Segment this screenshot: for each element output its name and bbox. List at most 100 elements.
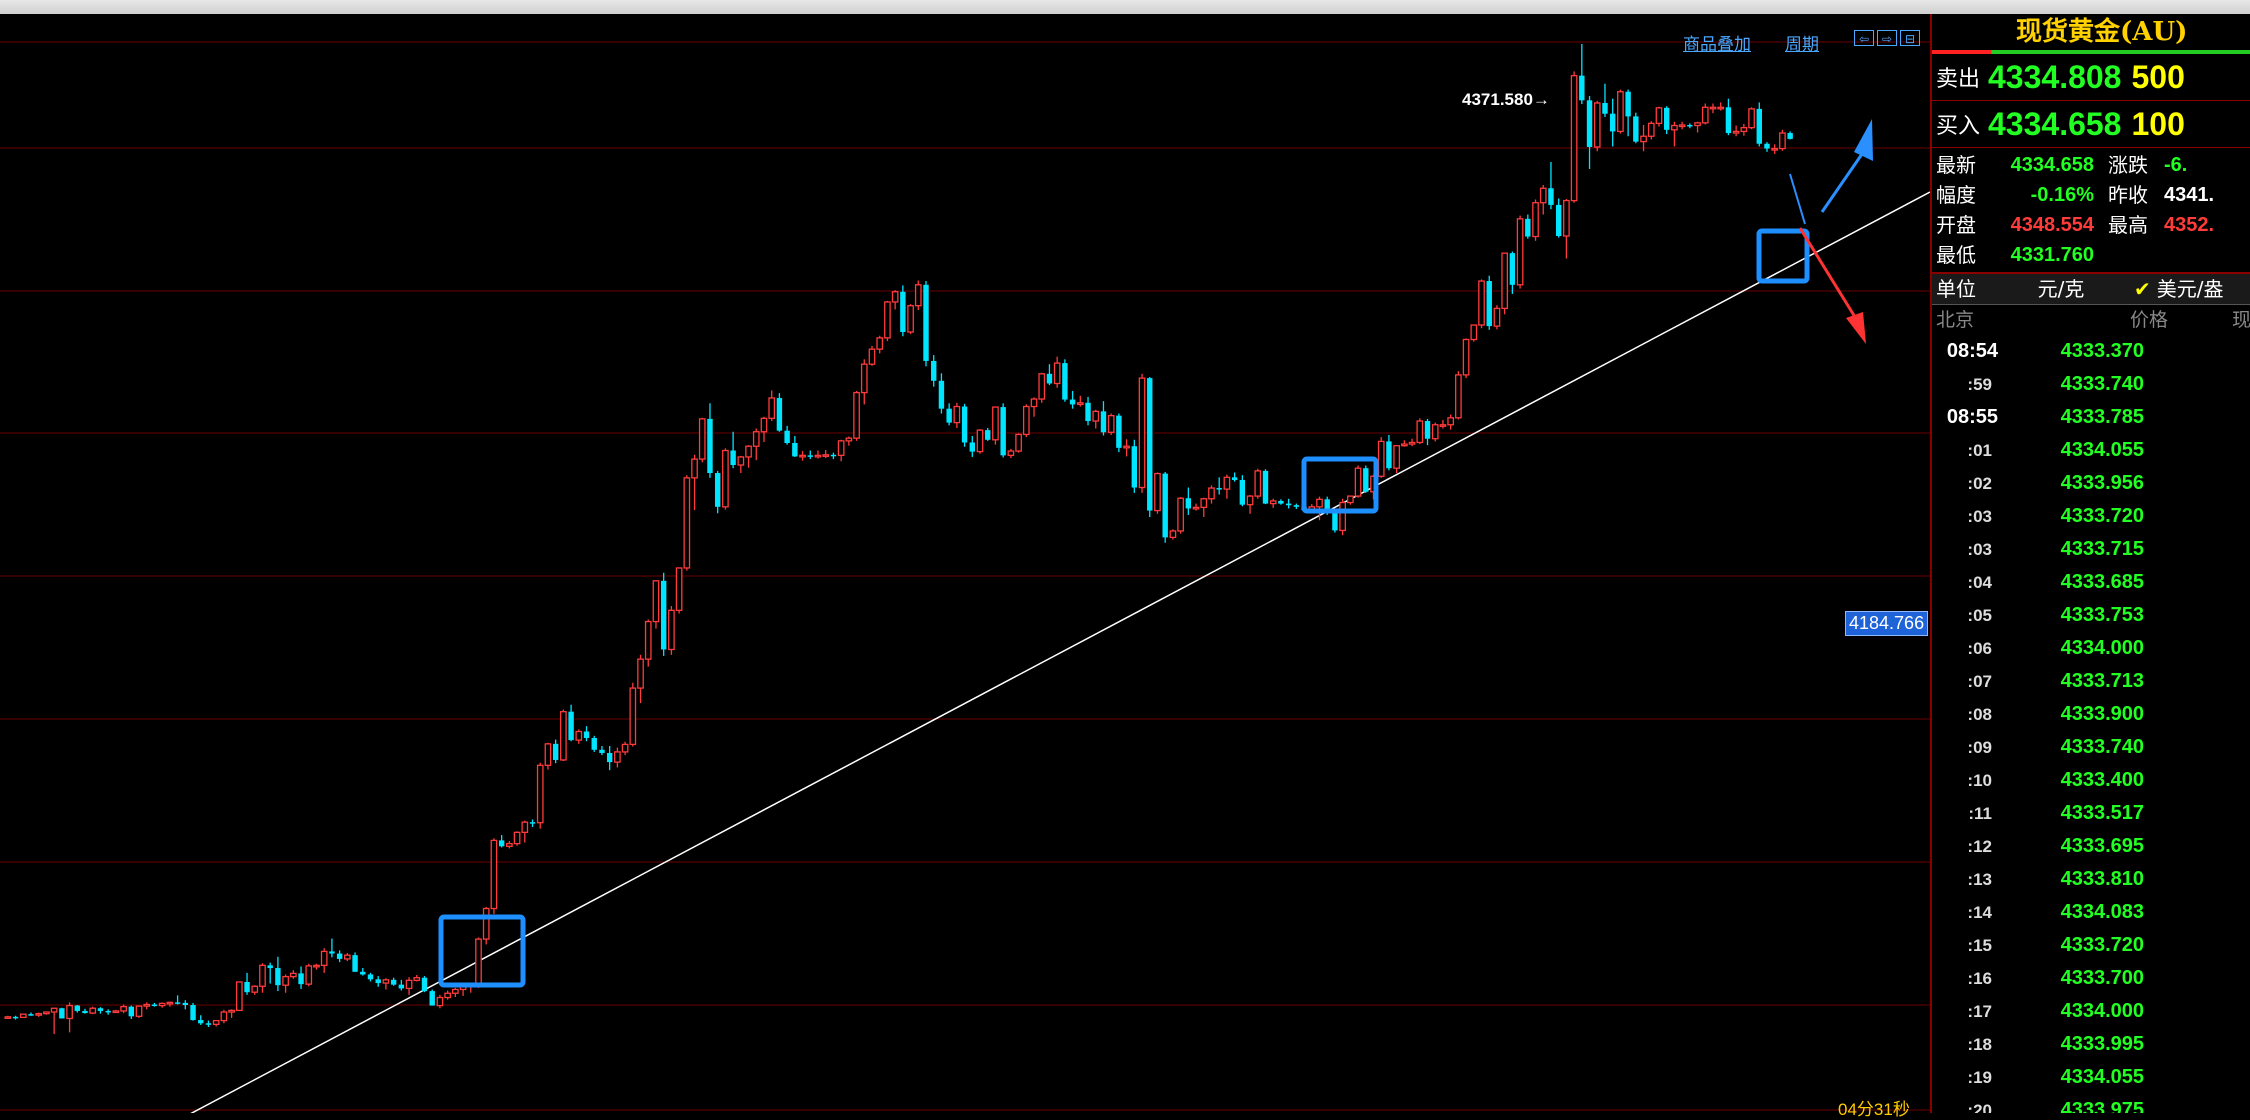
candle-body: [1671, 124, 1678, 131]
tick-row: :18 4333.995: [1932, 1028, 2250, 1061]
overlay-commodity-link[interactable]: 商品叠加: [1683, 30, 1751, 55]
candle-body: [644, 620, 652, 660]
candle-body: [907, 305, 914, 333]
unit-value-toggle[interactable]: 元/克: [2006, 274, 2116, 304]
tick-time: :08: [1967, 705, 1992, 724]
tick-row: :07 4333.713: [1932, 665, 2250, 698]
candle-body: [1339, 501, 1346, 532]
candle-body: [900, 291, 906, 332]
buy-quantity: 100: [2131, 105, 2185, 142]
candle-body: [313, 964, 320, 968]
candle-body: [1000, 407, 1006, 456]
tick-row: :16 4333.700: [1932, 962, 2250, 995]
candle-body: [1593, 102, 1601, 148]
stat-row: 最低 4331.760: [1932, 240, 2250, 270]
candle-body: [1493, 307, 1501, 327]
candle-body: [352, 955, 358, 972]
tick-row: :10 4333.400: [1932, 764, 2250, 797]
candle-body: [1223, 476, 1231, 490]
candle-body: [860, 363, 868, 394]
candle-body: [151, 1004, 158, 1007]
buy-quote-row[interactable]: 买入 4334.658 100: [1932, 101, 2250, 148]
candle-body: [382, 979, 390, 984]
candle-body: [560, 711, 567, 761]
candle-body: [452, 988, 459, 994]
candle-body: [1332, 512, 1338, 531]
stat-label: 最低: [1936, 243, 1976, 267]
candle-body: [629, 687, 637, 746]
candle-body: [714, 473, 721, 507]
candle-body: [1771, 147, 1779, 151]
candle-body: [82, 1010, 88, 1014]
sell-quote-row[interactable]: 卖出 4334.808 500: [1932, 54, 2250, 101]
candle-body: [112, 1010, 120, 1014]
candle-body: [298, 973, 304, 985]
tick-time: :03: [1967, 540, 1992, 559]
candle-body: [1177, 497, 1184, 532]
tick-list[interactable]: 08:54 4333.370:59 4333.740 08:55 4333.785:01…: [1932, 335, 2250, 1113]
tick-time: :20: [1967, 1101, 1992, 1113]
tick-time: :05: [1967, 606, 1992, 625]
stat-label: 最高: [2108, 213, 2148, 237]
candle-body: [1548, 188, 1554, 205]
candle-body: [1316, 498, 1323, 508]
period-link[interactable]: 周期: [1785, 30, 1819, 55]
candle-body: [1725, 107, 1732, 134]
candle-body: [1162, 473, 1168, 538]
candle-body: [1717, 106, 1725, 110]
candle-body: [74, 1005, 80, 1011]
candle-body: [1779, 132, 1786, 150]
bar-countdown-timer: 04分31秒: [1838, 1100, 1910, 1119]
candle-body: [544, 743, 552, 766]
stat-value: 4334.658: [2010, 154, 2094, 176]
stat-value: 4352.: [2164, 214, 2215, 236]
candle-body: [752, 431, 760, 447]
scroll-right-icon[interactable]: ⇨: [1877, 30, 1897, 46]
candle-body: [1354, 467, 1362, 497]
tick-row: 08:54 4333.370: [1932, 335, 2250, 368]
candle-body: [275, 968, 281, 986]
unit-alt-toggle[interactable]: ✔ 美元/盎: [2116, 274, 2224, 304]
candle-body: [884, 301, 891, 339]
candle-body: [398, 984, 405, 989]
candle-body: [282, 975, 289, 986]
candle-body: [614, 751, 621, 763]
candle-body: [830, 454, 837, 457]
candle-body: [568, 711, 574, 741]
tick-time: :03: [1967, 507, 1992, 526]
tick-price: 4333.995: [2060, 1033, 2144, 1055]
candle-body: [1586, 100, 1593, 147]
split-view-icon[interactable]: ⊟: [1900, 30, 1920, 46]
tick-row: :04 4333.685: [1932, 566, 2250, 599]
candle-body: [868, 348, 876, 365]
trading-app: 商品叠加 周期 ⇦ ⇨ ⊟ 4371.580→ 4184.766 04分31秒 …: [0, 0, 2250, 1119]
scroll-left-icon[interactable]: ⇦: [1854, 30, 1874, 46]
candle-body: [1647, 122, 1655, 137]
candle-body: [1439, 424, 1447, 427]
candle-body: [105, 1010, 111, 1013]
stat-label: 昨收: [2108, 183, 2148, 207]
candle-body: [1278, 500, 1284, 504]
tick-row: :02 4333.956: [1932, 467, 2250, 500]
candle-body: [1169, 530, 1177, 539]
candle-body: [876, 337, 884, 350]
candle-body: [1640, 135, 1647, 143]
candle-body: [1470, 324, 1478, 341]
tick-row: :05 4333.753: [1932, 599, 2250, 632]
tick-header-time: 北京: [1936, 309, 1975, 331]
candle-body: [707, 418, 713, 474]
candle-body: [506, 842, 513, 847]
candlestick-chart[interactable]: [0, 14, 1930, 1113]
quote-stats: 最新 4334.658 涨跌 -6. 幅度 -0.16% 昨收 4341. 开盘…: [1932, 148, 2250, 270]
candlestick-chart-area[interactable]: 商品叠加 周期 ⇦ ⇨ ⊟ 4371.580→ 4184.766 04分31秒: [0, 14, 1930, 1119]
candle-body: [360, 971, 366, 975]
tick-row: :14 4334.083: [1932, 896, 2250, 929]
candle-body: [599, 749, 605, 753]
stat-row: 开盘 4348.554 最高 4352.: [1932, 210, 2250, 240]
candle-body: [1107, 415, 1115, 433]
tick-row: :03 4333.715: [1932, 533, 2250, 566]
tick-time: :04: [1967, 573, 1992, 592]
candle-body: [923, 284, 929, 361]
candle-body: [552, 743, 559, 760]
candle-body: [1678, 124, 1686, 128]
